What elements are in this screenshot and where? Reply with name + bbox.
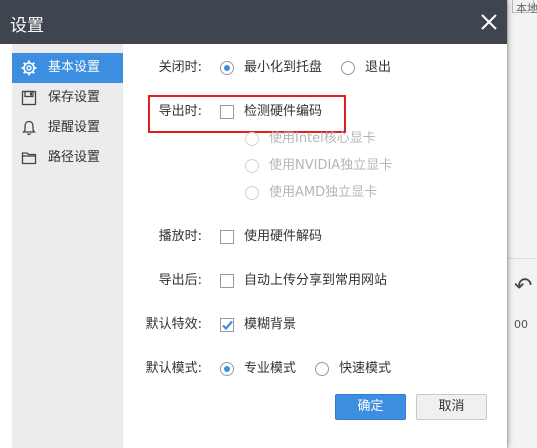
settings-content: 关闭时: 最小化到托盘 退出 导出时: 检测硬件编码 使用Intel核心显卡 使… <box>123 44 507 448</box>
background-peek-text: 本地 <box>516 2 537 15</box>
settings-dialog: 设置 基本设置 保存设置 提醒设置 路径设置 关闭时: 最小化到托盘 退出 导出… <box>0 0 507 448</box>
on-play-label: 播放时: <box>158 229 202 244</box>
dialog-title: 设置 <box>10 16 44 36</box>
radio-indicator <box>220 362 234 376</box>
close-button[interactable] <box>477 10 501 34</box>
ok-button[interactable]: 确定 <box>335 394 406 420</box>
on-play-row: 播放时: 使用硬件解码 <box>123 227 507 247</box>
sidebar-item-basic-settings[interactable]: 基本设置 <box>12 53 123 83</box>
sidebar-item-label: 提醒设置 <box>48 120 101 135</box>
default-effect-label: 默认特效: <box>145 317 202 332</box>
cancel-button[interactable]: 取消 <box>416 394 487 420</box>
radio-indicator <box>341 61 355 75</box>
blur-background-label: 模糊背景 <box>244 317 297 332</box>
checkbox-indicator <box>220 230 234 244</box>
exit-label: 退出 <box>365 60 392 75</box>
save-icon <box>21 90 37 106</box>
nvidia-gpu-label: 使用NVIDIA独立显卡 <box>269 158 393 173</box>
background-divider <box>508 258 537 259</box>
gear-icon <box>21 60 37 76</box>
background-peek-number: 00 <box>514 318 528 331</box>
folder-icon <box>21 152 37 165</box>
on-export-row: 导出时: 检测硬件编码 <box>123 102 507 122</box>
detect-hw-encode-label: 检测硬件编码 <box>244 104 323 119</box>
on-close-row: 关闭时: 最小化到托盘 退出 <box>123 58 507 78</box>
auto-upload-label: 自动上传分享到常用网站 <box>244 273 388 288</box>
minimize-to-tray-label: 最小化到托盘 <box>244 60 323 75</box>
checkbox-indicator <box>220 318 234 332</box>
default-effect-row: 默认特效: 模糊背景 <box>123 315 507 335</box>
bell-icon <box>22 120 36 135</box>
after-export-label: 导出后: <box>158 273 202 288</box>
settings-sidebar: 基本设置 保存设置 提醒设置 路径设置 <box>12 44 123 448</box>
undo-icon: ↶ <box>514 274 533 299</box>
after-export-row: 导出后: 自动上传分享到常用网站 <box>123 271 507 291</box>
sidebar-item-path-settings[interactable]: 路径设置 <box>12 143 123 173</box>
on-export-label: 导出时: <box>158 104 202 119</box>
radio-indicator <box>220 61 234 75</box>
background-app-right: 本地 ↶ 00 <box>507 0 537 448</box>
sidebar-item-label: 基本设置 <box>48 60 101 75</box>
default-mode-row: 默认模式: 专业模式 快速模式 <box>123 359 507 379</box>
amd-gpu-label: 使用AMD独立显卡 <box>269 185 378 200</box>
quick-mode-label: 快速模式 <box>339 361 392 376</box>
sidebar-item-label: 保存设置 <box>48 90 101 105</box>
intel-gpu-label: 使用Intel核心显卡 <box>269 131 376 146</box>
checkbox-indicator <box>220 105 234 119</box>
hw-decode-label: 使用硬件解码 <box>244 229 323 244</box>
pro-mode-label: 专业模式 <box>244 361 297 376</box>
sidebar-item-label: 路径设置 <box>48 150 101 165</box>
on-close-label: 关闭时: <box>158 60 202 75</box>
sidebar-item-save-settings[interactable]: 保存设置 <box>12 83 123 113</box>
radio-indicator <box>245 132 259 146</box>
checkmark-icon <box>222 320 233 331</box>
sidebar-item-reminder-settings[interactable]: 提醒设置 <box>12 113 123 143</box>
radio-indicator <box>315 362 329 376</box>
checkbox-indicator <box>220 274 234 288</box>
dialog-titlebar: 设置 <box>0 0 507 44</box>
radio-indicator <box>245 159 259 173</box>
radio-indicator <box>245 186 259 200</box>
default-mode-label: 默认模式: <box>145 361 202 376</box>
close-icon <box>481 14 497 30</box>
